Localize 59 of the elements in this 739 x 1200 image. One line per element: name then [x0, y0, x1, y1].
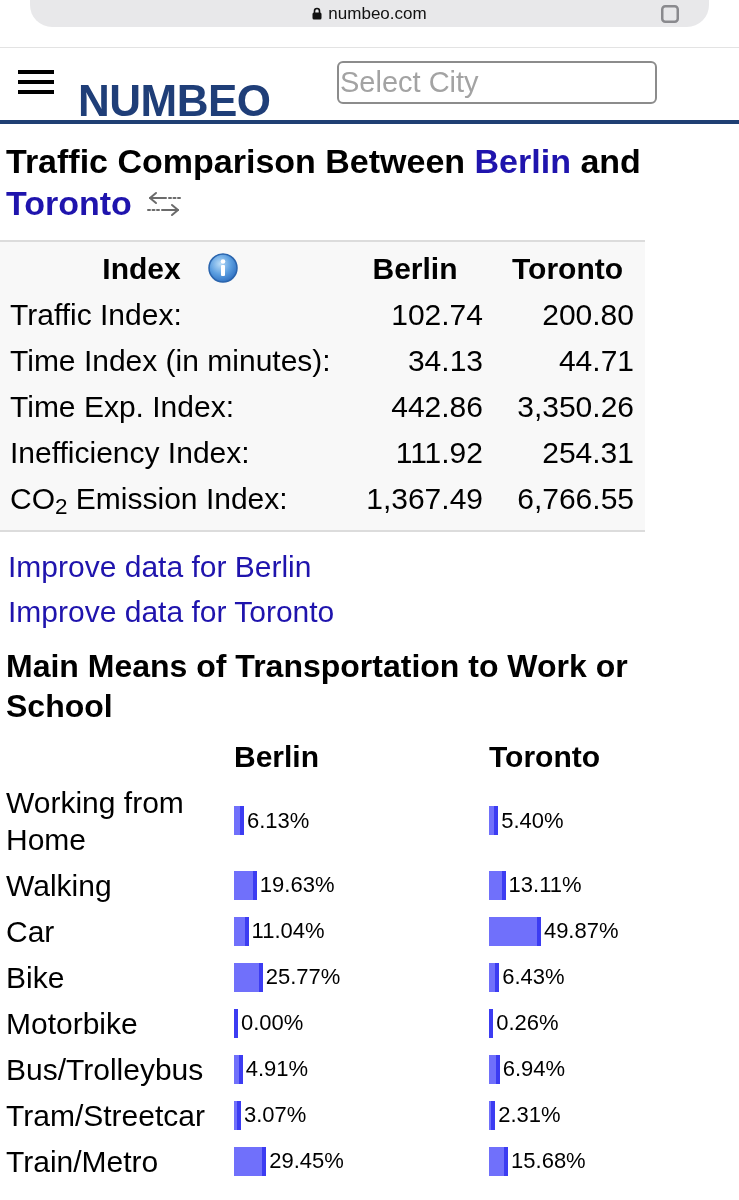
mode-label: Bus/Trolleybus	[5, 1051, 205, 1088]
index-value: 102.74	[390, 296, 484, 333]
percent-label: 19.63%	[259, 874, 335, 896]
city-link[interactable]: Toronto	[6, 184, 132, 222]
percent-label: 15.68%	[511, 1150, 586, 1172]
menu-icon[interactable]	[18, 70, 54, 94]
percent-label: 0.00%	[241, 1012, 304, 1034]
percent-label: 0.26%	[496, 1012, 559, 1034]
percent-label: 29.45%	[269, 1150, 344, 1172]
column-header: Berlin	[371, 250, 459, 287]
percent-label: 6.43%	[502, 966, 565, 988]
column-header: Berlin	[234, 738, 320, 775]
improve-data-link[interactable]: Improve data for Berlin	[8, 550, 312, 583]
index-value: 111.92	[394, 434, 484, 471]
swap-arrows-icon[interactable]	[145, 191, 182, 217]
index-value: 6,766.55	[516, 480, 635, 517]
percent-label: 6.13%	[246, 809, 310, 832]
index-value: 44.71	[557, 342, 635, 379]
percent-label: 6.94%	[502, 1058, 566, 1080]
tabs-icon[interactable]	[661, 4, 679, 23]
index-value: 254.31	[541, 434, 635, 471]
section-heading: Main Means of Transportation to Work or School	[5, 647, 629, 726]
index-value: 3,350.26	[516, 388, 635, 425]
percent-label: 4.91%	[245, 1058, 309, 1080]
percent-label: 3.07%	[243, 1104, 307, 1126]
mode-label: Walking	[5, 867, 113, 904]
percent-label: 13.11%	[508, 874, 582, 896]
logo[interactable]: NUMBEO	[78, 79, 271, 123]
percent-label: 2.31%	[498, 1104, 561, 1126]
city-search-field[interactable]: Select City	[337, 61, 657, 104]
mode-label: Bike	[5, 959, 66, 996]
mode-label: Working from Home	[5, 784, 185, 858]
mode-label: Motorbike	[5, 1005, 139, 1042]
percent-label: 11.04%	[251, 920, 325, 942]
page-title: Traffic Comparison Between Berlin and Toronto	[6, 142, 641, 222]
row-label: Inefficiency Index:	[9, 434, 251, 471]
index-value: 200.80	[541, 296, 635, 333]
info-icon[interactable]	[207, 253, 238, 283]
index-value: 34.13	[406, 342, 484, 379]
row-label: Time Index (in minutes):	[9, 342, 332, 379]
row-label: CO$_{2}$ Emission Index:	[9, 480, 289, 521]
row-label: Time Exp. Index:	[9, 388, 235, 425]
index-value: 442.86	[390, 388, 484, 425]
column-header: Index	[102, 250, 181, 287]
index-value: 1,367.49	[365, 480, 484, 517]
mode-label: Tram/Streetcar	[5, 1097, 206, 1134]
column-header: Toronto	[510, 250, 625, 287]
improve-data-link[interactable]: Improve data for Toronto	[8, 595, 335, 628]
address-bar[interactable]: numbeo.com	[30, 0, 709, 27]
url-text: numbeo.com	[328, 5, 427, 22]
city-link[interactable]: Berlin	[474, 142, 571, 180]
percent-label: 25.77%	[265, 966, 341, 988]
lock-icon	[312, 7, 323, 20]
percent-label: 49.87%	[543, 920, 619, 942]
column-header: Toronto	[489, 738, 601, 775]
mode-label: Train/Metro	[5, 1143, 160, 1180]
percent-label: 5.40%	[501, 809, 564, 832]
mode-label: Car	[5, 913, 56, 950]
row-label: Traffic Index:	[9, 296, 183, 333]
